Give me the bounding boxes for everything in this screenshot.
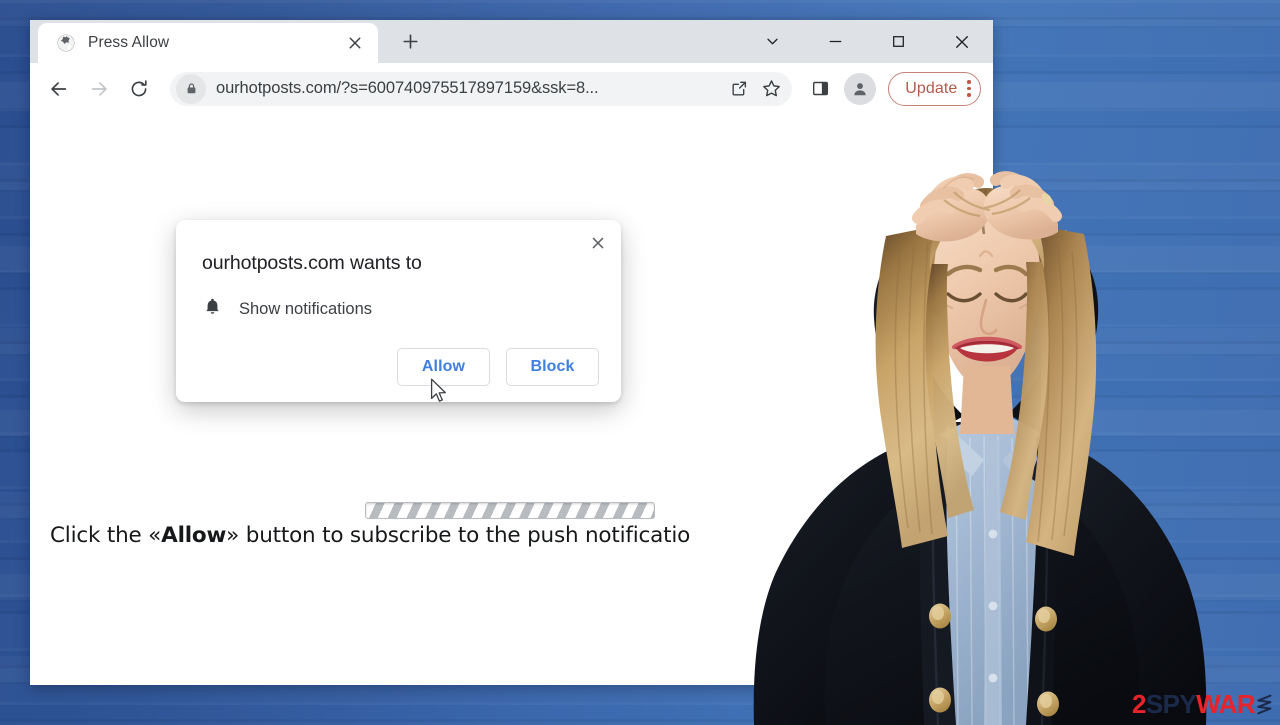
tab-search-button[interactable] bbox=[741, 20, 804, 63]
block-button[interactable]: Block bbox=[506, 348, 599, 386]
tab-strip: Press Allow bbox=[30, 20, 993, 63]
address-bar-url: ourhotposts.com/?s=600740975517897159&ss… bbox=[216, 79, 599, 97]
watermark-part-3: WAR bbox=[1196, 689, 1255, 719]
allow-button[interactable]: Allow bbox=[397, 348, 490, 386]
globe-icon bbox=[56, 33, 76, 53]
update-button[interactable]: Update bbox=[888, 71, 981, 106]
star-icon[interactable] bbox=[756, 74, 786, 104]
tab-close-icon[interactable] bbox=[342, 30, 368, 56]
screenshot-root: Press Allow ourhotposts.com/?s=600740975… bbox=[0, 0, 1280, 725]
address-bar-actions bbox=[724, 74, 786, 104]
three-dot-menu-icon[interactable] bbox=[967, 80, 971, 97]
instruction-prefix: Click the « bbox=[50, 523, 162, 548]
dialog-title: ourhotposts.com wants to bbox=[202, 252, 422, 274]
browser-window: Press Allow ourhotposts.com/?s=600740975… bbox=[30, 20, 993, 685]
window-controls bbox=[735, 20, 993, 63]
dialog-permission-row: Show notifications bbox=[202, 296, 372, 322]
forward-button[interactable] bbox=[80, 70, 118, 108]
minimize-button[interactable] bbox=[804, 20, 867, 63]
watermark-part-1: 2 bbox=[1132, 689, 1146, 719]
address-bar[interactable]: ourhotposts.com/?s=600740975517897159&ss… bbox=[170, 71, 793, 106]
update-button-label: Update bbox=[905, 79, 958, 97]
dialog-permission-label: Show notifications bbox=[239, 299, 372, 318]
tab-title: Press Allow bbox=[88, 34, 170, 51]
maximize-button[interactable] bbox=[867, 20, 930, 63]
instruction-suffix: » button to subscribe to the push notifi… bbox=[226, 523, 691, 548]
page-instruction-text: Click the «Allow» button to subscribe to… bbox=[50, 523, 690, 548]
tab-press-allow[interactable]: Press Allow bbox=[38, 23, 378, 63]
reload-button[interactable] bbox=[120, 70, 158, 108]
instruction-allow-word: Allow bbox=[161, 523, 227, 548]
new-tab-button[interactable] bbox=[390, 21, 430, 61]
notification-permission-dialog: ourhotposts.com wants to Show notificati… bbox=[176, 220, 621, 402]
padlock-icon[interactable] bbox=[176, 73, 206, 104]
page-viewport: Click the «Allow» button to subscribe to… bbox=[30, 115, 993, 685]
profile-avatar-icon[interactable] bbox=[844, 72, 877, 105]
striped-progress-bar bbox=[365, 502, 655, 519]
dialog-actions: Allow Block bbox=[397, 348, 599, 386]
bell-icon bbox=[202, 296, 223, 322]
browser-toolbar: ourhotposts.com/?s=600740975517897159&ss… bbox=[30, 63, 993, 115]
watermark-e-mark bbox=[1256, 694, 1272, 715]
watermark-part-2: SPY bbox=[1145, 689, 1197, 719]
side-panel-icon[interactable] bbox=[802, 71, 838, 107]
back-button[interactable] bbox=[40, 70, 78, 108]
watermark-2spyware: 2 SPY WAR bbox=[1132, 691, 1272, 717]
dialog-close-icon[interactable] bbox=[583, 228, 613, 258]
share-icon[interactable] bbox=[724, 74, 754, 104]
close-window-button[interactable] bbox=[930, 20, 993, 63]
